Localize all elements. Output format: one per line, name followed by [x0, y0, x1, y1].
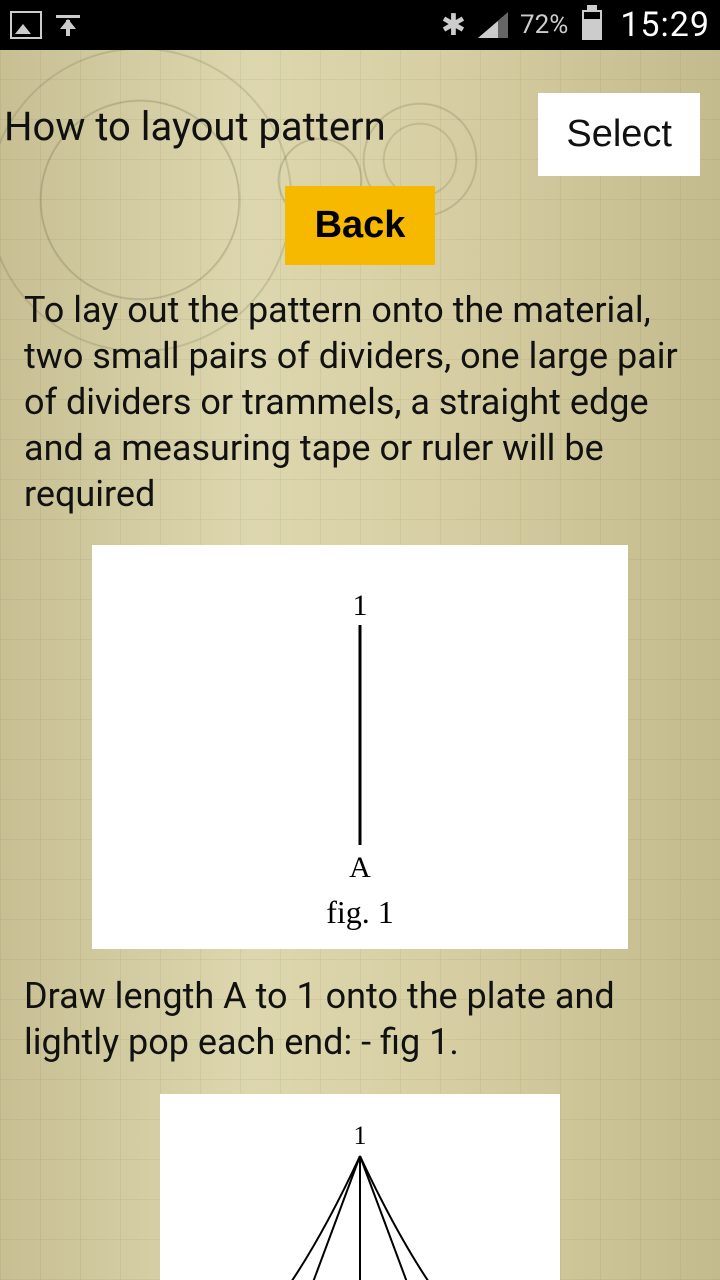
- page: How to layout pattern Select Back To lay…: [0, 50, 720, 1280]
- figure-2: 1 B A B fig. 2: [160, 1094, 560, 1280]
- fig1-caption: fig. 1: [326, 894, 394, 930]
- fig1-top-label: 1: [353, 589, 368, 622]
- status-bar: ✱ 72% 15:29: [0, 0, 720, 50]
- bluetooth-icon: ✱: [441, 8, 466, 43]
- paragraph-1: To lay out the pattern onto the material…: [24, 287, 696, 517]
- fig2-top-label: 1: [354, 1121, 367, 1150]
- signal-icon: [478, 12, 508, 38]
- back-button[interactable]: Back: [285, 186, 436, 265]
- clock: 15:29: [620, 5, 710, 45]
- battery-percent: 72%: [520, 10, 568, 40]
- upload-icon: [56, 15, 80, 36]
- page-title: How to layout pattern: [0, 105, 538, 149]
- select-button[interactable]: Select: [538, 93, 700, 176]
- battery-icon: [582, 10, 602, 40]
- paragraph-2: Draw length A to 1 onto the plate and li…: [24, 973, 696, 1065]
- gallery-icon: [10, 11, 42, 39]
- figure-1: 1 A fig. 1: [92, 545, 628, 949]
- fig1-bottom-label: A: [349, 851, 371, 884]
